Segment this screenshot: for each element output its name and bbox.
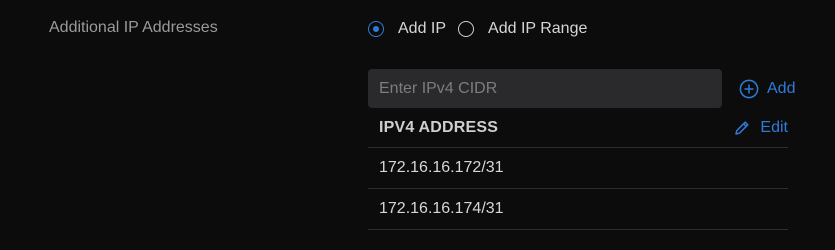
radio-selected-icon[interactable] bbox=[368, 21, 384, 37]
radio-add-ip-range-label: Add IP Range bbox=[488, 20, 588, 37]
pencil-icon bbox=[733, 119, 751, 137]
add-button-label: Add bbox=[767, 80, 796, 97]
radio-unselected-icon[interactable] bbox=[458, 21, 475, 37]
radio-add-ip-range[interactable]: Add IP Range bbox=[458, 19, 587, 39]
table-row: 172.16.16.172/31 bbox=[368, 148, 788, 189]
ip-mode-radio-group: Add IP Add IP Range bbox=[368, 18, 587, 40]
edit-button-label: Edit bbox=[760, 118, 788, 136]
plus-circle-icon bbox=[739, 79, 759, 99]
table-row: 172.16.16.174/31 bbox=[368, 189, 788, 230]
radio-add-ip-label: Add IP bbox=[398, 20, 447, 37]
edit-button[interactable]: Edit bbox=[733, 119, 788, 137]
ip-address-cell: 172.16.16.172/31 bbox=[379, 159, 504, 176]
ip-address-cell: 172.16.16.174/31 bbox=[379, 200, 504, 217]
radio-add-ip[interactable]: Add IP bbox=[368, 19, 446, 39]
field-label: Additional IP Addresses bbox=[49, 19, 218, 36]
ip-address-table: IPV4 ADDRESS Edit 172.16.16.172/31 172.1… bbox=[368, 108, 788, 230]
additional-ip-panel: Additional IP Addresses Add IP Add IP Ra… bbox=[0, 0, 835, 250]
cidr-input[interactable] bbox=[368, 69, 722, 108]
column-header-ipv4-address: IPV4 ADDRESS bbox=[379, 118, 499, 136]
table-header: IPV4 ADDRESS Edit bbox=[368, 108, 788, 148]
add-button[interactable]: Add bbox=[739, 79, 795, 99]
